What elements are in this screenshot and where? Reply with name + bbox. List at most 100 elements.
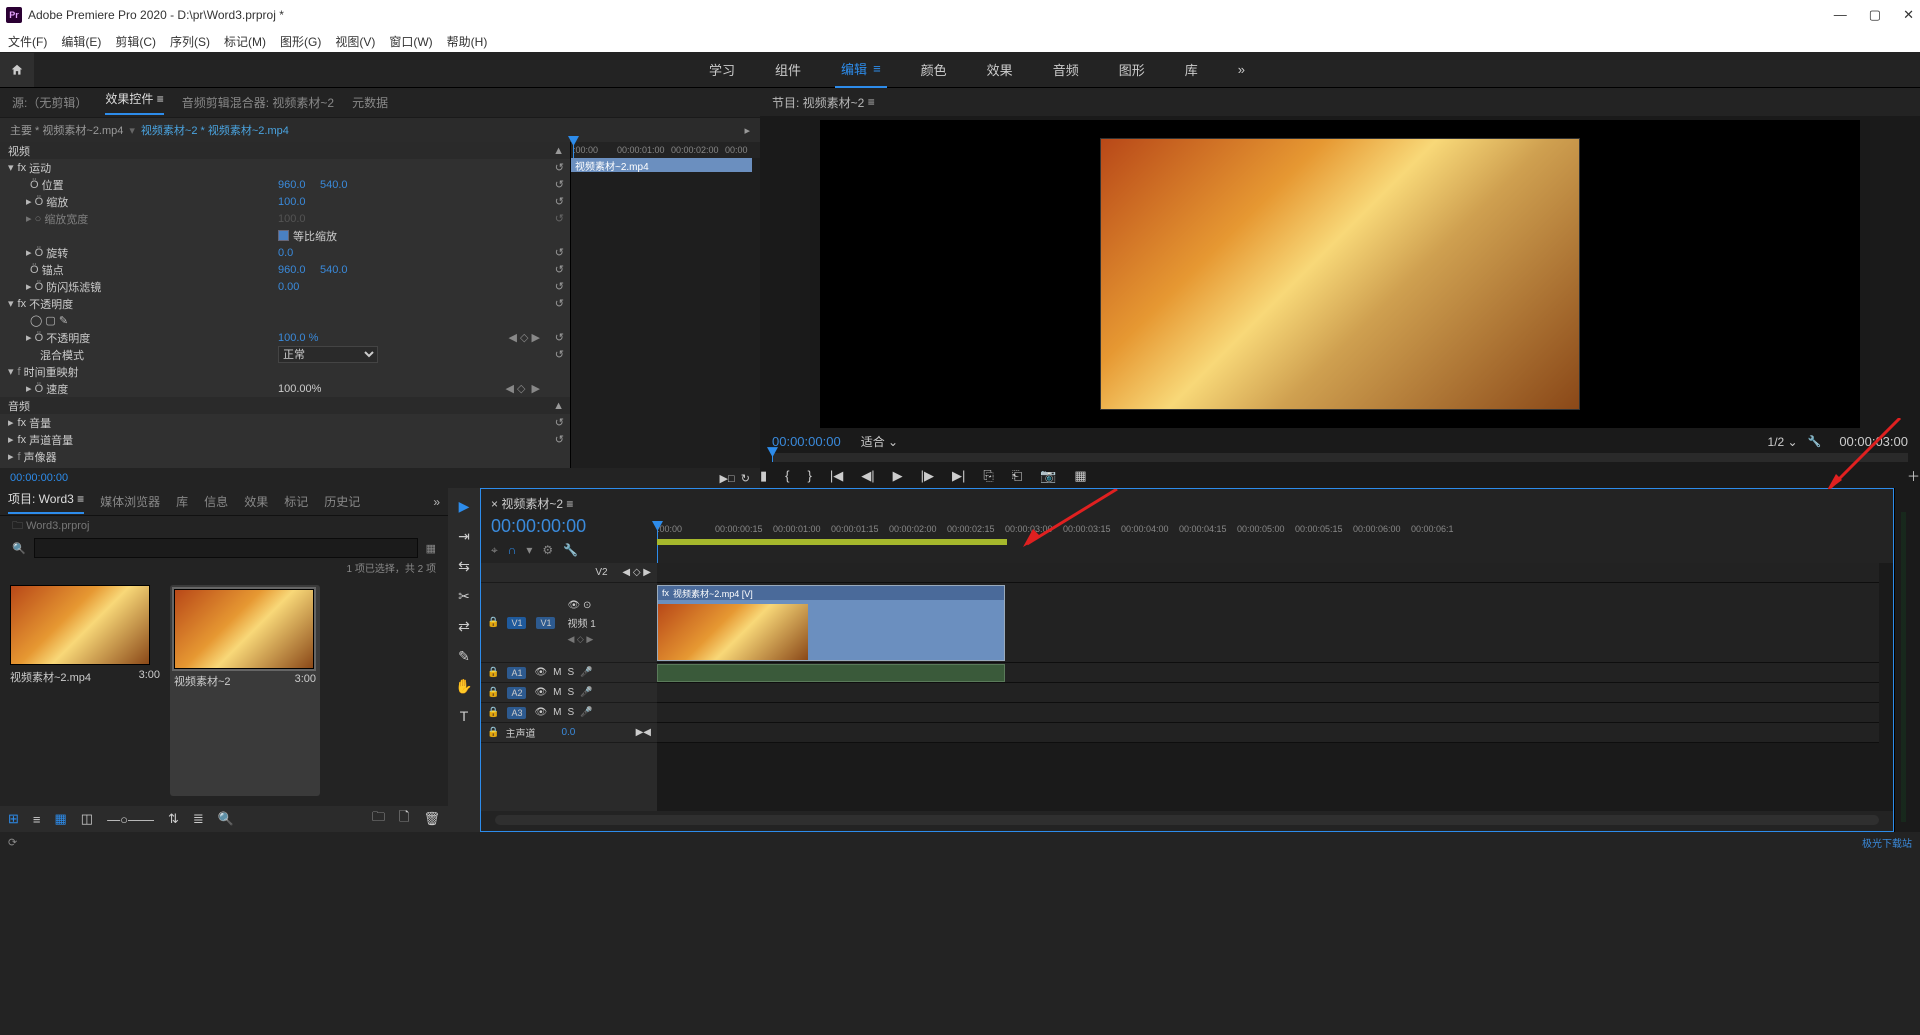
icon-view-icon[interactable]: ▦ xyxy=(55,811,67,827)
razor-tool[interactable]: ✂ xyxy=(454,586,474,606)
menu-marker[interactable]: 标记(M) xyxy=(224,33,266,50)
zoom-fit[interactable]: 适合 ⌄ xyxy=(861,433,898,450)
pen-tool[interactable]: ✎ xyxy=(454,646,474,666)
list-view-icon[interactable]: ≡ xyxy=(33,812,41,827)
menu-help[interactable]: 帮助(H) xyxy=(447,33,488,50)
voiceover-icon[interactable]: 🎤 xyxy=(580,667,592,678)
ws-color[interactable]: 颜色 xyxy=(915,51,953,88)
maximize-button[interactable]: ▢ xyxy=(1869,7,1881,23)
menu-file[interactable]: 文件(F) xyxy=(8,33,47,50)
settings-icon[interactable]: 🔧 xyxy=(1808,435,1822,448)
automate-icon[interactable]: ≣ xyxy=(193,811,204,827)
lock-icon[interactable]: 🔒 xyxy=(487,667,499,678)
reset-icon[interactable]: ↺ xyxy=(555,178,564,191)
reset-icon[interactable]: ↺ xyxy=(555,246,564,259)
scale-value[interactable]: 100.0 xyxy=(278,196,306,208)
type-tool[interactable]: T xyxy=(454,706,474,726)
wrench-icon[interactable]: 🔧 xyxy=(563,543,578,558)
button-editor-icon[interactable]: ＋ xyxy=(1907,466,1920,485)
menu-sequence[interactable]: 序列(S) xyxy=(170,33,210,50)
settings-icon[interactable]: ⚙ xyxy=(542,543,553,558)
solo-button[interactable]: S xyxy=(568,667,575,678)
mute-button[interactable]: M xyxy=(553,667,561,678)
reset-icon[interactable]: ↺ xyxy=(555,280,564,293)
mask-ellipse-icon[interactable]: ◯ xyxy=(30,314,42,327)
mark-in-icon[interactable]: { xyxy=(785,468,789,483)
tab-project[interactable]: 项目: Word3 ≡ xyxy=(8,490,84,514)
new-bin-icon[interactable]: ▦ xyxy=(426,542,436,555)
menu-window[interactable]: 窗口(W) xyxy=(389,33,432,50)
tab-source[interactable]: 源:（无剪辑） xyxy=(12,94,87,111)
program-timecode[interactable]: 00:00:00:00 xyxy=(772,434,841,449)
track-a2[interactable]: A2 xyxy=(507,687,526,699)
extract-icon[interactable]: ⎗ xyxy=(1012,468,1022,484)
project-item[interactable]: 视频素材~2.mp43:00 xyxy=(10,585,160,796)
reset-icon[interactable]: ↺ xyxy=(555,416,564,429)
go-to-out-icon[interactable]: ▶| xyxy=(952,468,965,484)
hand-tool[interactable]: ✋ xyxy=(454,676,474,696)
menu-view[interactable]: 视图(V) xyxy=(335,33,375,50)
lock-icon[interactable]: 🔒 xyxy=(487,707,499,718)
reset-icon[interactable]: ↺ xyxy=(555,348,564,361)
sync-lock-icon[interactable]: ⊙ xyxy=(583,600,591,611)
linked-sel-icon[interactable]: ∩ xyxy=(508,543,517,558)
menu-clip[interactable]: 剪辑(C) xyxy=(115,33,156,50)
zoom-slider[interactable]: —○—— xyxy=(107,812,154,827)
track-a3[interactable]: A3 xyxy=(507,707,526,719)
markers-icon[interactable]: ▾ xyxy=(526,543,532,558)
toggle-output-icon[interactable]: 👁 xyxy=(567,600,580,611)
ws-editing[interactable]: 编辑≡ xyxy=(835,51,887,88)
sequence-name[interactable]: 视频素材~2 xyxy=(501,497,563,511)
ws-assembly[interactable]: 组件 xyxy=(769,51,807,88)
expand-icon[interactable]: ▶◀ xyxy=(636,727,651,738)
step-back-icon[interactable]: ◀| xyxy=(861,468,874,484)
fx-channel-volume[interactable]: 声道音量 xyxy=(29,432,73,448)
effect-mini-timeline[interactable]: :00:00 00:00:01:00 00:00:02:00 00:00 视频素… xyxy=(570,142,760,468)
lift-icon[interactable]: ⎘ xyxy=(983,468,993,484)
fx-volume[interactable]: 音量 xyxy=(29,415,51,431)
track-select-tool[interactable]: ⇥ xyxy=(454,526,474,546)
sync-icon[interactable]: ⟳ xyxy=(8,836,17,849)
go-to-in-icon[interactable]: |◀ xyxy=(830,468,843,484)
tab-media-browser[interactable]: 媒体浏览器 xyxy=(100,493,160,510)
source-v1[interactable]: V1 xyxy=(507,617,526,629)
project-item[interactable]: 视频素材~23:00 xyxy=(170,585,320,796)
timeline-tracks[interactable]: fx视频素材~2.mp4 [V] xyxy=(657,563,1893,811)
speed-value[interactable]: 100.00% xyxy=(278,383,321,395)
clear-button[interactable]: 🗑 xyxy=(423,811,440,827)
reset-icon[interactable]: ↺ xyxy=(555,331,564,344)
snap-icon[interactable]: ⌖ xyxy=(491,543,498,558)
ws-learn[interactable]: 学习 xyxy=(703,51,741,88)
lock-icon[interactable]: 🔒 xyxy=(487,617,499,628)
tab-history[interactable]: 历史记 xyxy=(324,493,360,510)
ws-effects[interactable]: 效果 xyxy=(981,51,1019,88)
lock-icon[interactable]: 🔒 xyxy=(487,727,499,738)
find-icon[interactable]: 🔍 xyxy=(218,811,234,827)
timeline-timecode[interactable]: 00:00:00:00 xyxy=(491,516,647,537)
timeline-zoom-scroll[interactable] xyxy=(495,815,1879,825)
tab-metadata[interactable]: 元数据 xyxy=(352,94,388,111)
add-marker-icon[interactable]: ▮ xyxy=(760,468,767,484)
opacity-value[interactable]: 100.0 % xyxy=(278,332,318,344)
minimize-button[interactable]: — xyxy=(1834,7,1847,23)
panel-overflow[interactable]: » xyxy=(433,495,440,509)
reset-icon[interactable]: ↺ xyxy=(555,161,564,174)
toggle-icon[interactable]: ▶□ xyxy=(720,473,735,485)
filmstrip-icon[interactable]: ⊞ xyxy=(8,811,19,827)
mask-pen-icon[interactable]: ✎ xyxy=(59,314,68,327)
timeline-ruler[interactable]: :00:00 00:00:00:15 00:00:01:00 00:00:01:… xyxy=(657,489,1893,563)
fx-panner[interactable]: 声像器 xyxy=(24,449,57,465)
tab-info[interactable]: 信息 xyxy=(204,493,228,510)
ripple-edit-tool[interactable]: ⇆ xyxy=(454,556,474,576)
reset-icon[interactable]: ↺ xyxy=(555,297,564,310)
step-forward-icon[interactable]: |▶ xyxy=(921,468,934,484)
position-y[interactable]: 540.0 xyxy=(320,179,348,191)
track-v2[interactable]: V2 xyxy=(595,567,607,578)
reset-icon[interactable]: ↺ xyxy=(555,263,564,276)
position-x[interactable]: 960.0 xyxy=(278,179,306,191)
reset-icon[interactable]: ↺ xyxy=(555,433,564,446)
play-icon[interactable]: ▶ xyxy=(893,468,903,484)
search-input[interactable] xyxy=(34,538,418,558)
tab-effects[interactable]: 效果 xyxy=(244,493,268,510)
program-scrubber[interactable] xyxy=(772,453,1908,462)
